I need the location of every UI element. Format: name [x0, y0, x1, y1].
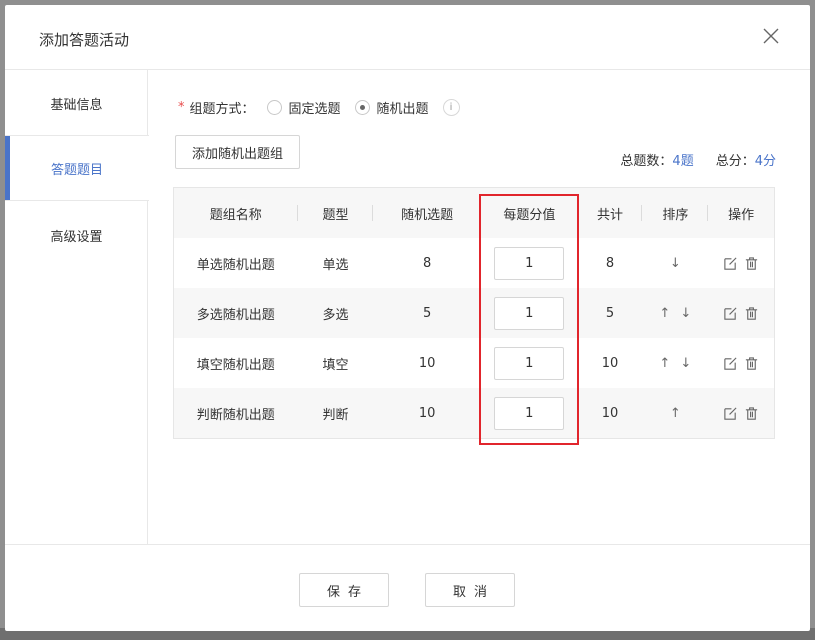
sidebar-item-label: 基础信息 [50, 97, 103, 113]
add-quiz-activity-modal: 添加答题活动 基础信息 答题题目 高级设置 * 组题方式： 固定选题 随机出题 [5, 5, 810, 631]
score-input[interactable] [494, 396, 565, 430]
arrow-up-icon[interactable]: ↑ [659, 306, 670, 321]
add-random-group-button[interactable]: 添加随机出题组 [175, 135, 300, 169]
cell-total: 10 [601, 355, 619, 371]
cell-random-count: 8 [423, 255, 432, 271]
header-actions: 操作 [728, 207, 755, 223]
arrow-down-icon[interactable]: ↓ [680, 306, 691, 321]
sidebar: 基础信息 答题题目 高级设置 [5, 70, 149, 544]
cell-total: 8 [605, 255, 615, 271]
edit-icon[interactable] [723, 356, 738, 371]
cell-sort: ↓ [642, 238, 708, 288]
cell-type: 多选 [322, 307, 349, 323]
cell-random-count: 10 [418, 405, 436, 421]
cell-random-count: 10 [418, 355, 436, 371]
trash-icon[interactable] [744, 256, 759, 271]
trash-icon[interactable] [744, 356, 759, 371]
sidebar-item-label: 高级设置 [50, 229, 103, 245]
cell-group-name: 判断随机出题 [196, 407, 275, 423]
score-input[interactable] [494, 346, 565, 380]
cancel-button[interactable]: 取消 [425, 573, 515, 607]
cell-type: 判断 [322, 407, 349, 423]
cell-actions [708, 338, 774, 388]
edit-icon[interactable] [723, 406, 738, 421]
cell-score [481, 388, 578, 438]
radio-label: 随机出题 [376, 102, 429, 117]
save-button[interactable]: 保存 [299, 573, 389, 607]
table-row: 单选随机出题 单选 8 8 ↓ [174, 238, 774, 288]
cell-random-count: 5 [423, 305, 432, 321]
arrow-down-icon[interactable]: ↓ [670, 256, 681, 271]
cell-group-name: 多选随机出题 [196, 307, 275, 323]
sidebar-item-questions[interactable]: 答题题目 [5, 135, 149, 201]
cell-sort: ↑ [642, 388, 708, 438]
trash-icon[interactable] [744, 306, 759, 321]
summary: 总题数： 4题 总分： 4分 [620, 150, 776, 169]
radio-circle-checked [354, 100, 370, 115]
table-header: 题组名称 题型 随机选题 每题分值 共计 排序 操作 [174, 188, 774, 238]
cell-group-name: 填空随机出题 [196, 357, 275, 373]
header-total: 共计 [578, 188, 643, 238]
cell-group-name: 单选随机出题 [196, 257, 275, 273]
arrow-up-icon[interactable]: ↑ [659, 356, 670, 371]
cell-score [481, 338, 578, 388]
sidebar-item-basic-info[interactable]: 基础信息 [5, 70, 148, 136]
cell-score [481, 238, 578, 288]
sidebar-item-label: 答题题目 [50, 162, 103, 178]
header-random-count: 随机选题 [373, 188, 481, 238]
radio-label: 固定选题 [288, 102, 341, 117]
edit-icon[interactable] [723, 256, 738, 271]
cell-total: 10 [601, 405, 619, 421]
cell-actions [708, 238, 774, 288]
sidebar-item-advanced-settings[interactable]: 高级设置 [5, 202, 148, 268]
arrow-up-icon[interactable]: ↑ [670, 406, 681, 421]
cell-actions [708, 288, 774, 338]
score-input[interactable] [494, 296, 565, 330]
table-row: 多选随机出题 多选 5 5 ↑ ↓ [174, 288, 774, 338]
required-mark: * [178, 100, 185, 115]
total-questions-value: 4题 [672, 154, 694, 169]
cell-type: 填空 [322, 357, 349, 373]
modal-title: 添加答题活动 [39, 31, 130, 49]
radio-random-selection[interactable]: 随机出题 [354, 98, 429, 117]
question-mode-row: * 组题方式： 固定选题 随机出题 i [178, 98, 460, 117]
cell-sort: ↑ ↓ [642, 288, 708, 338]
header-group-name: 题组名称 [174, 188, 298, 238]
info-icon[interactable]: i [442, 99, 460, 116]
cell-total: 5 [605, 305, 615, 321]
modal-header: 添加答题活动 [5, 5, 810, 70]
total-score-label: 总分： [715, 154, 755, 169]
header-type: 题型 [298, 188, 374, 238]
cell-score [481, 288, 578, 338]
cell-type: 单选 [322, 257, 349, 273]
radio-fixed-selection[interactable]: 固定选题 [266, 98, 341, 117]
question-group-table: 题组名称 题型 随机选题 每题分值 共计 排序 操作 单选随机出题 单选 8 8… [173, 187, 775, 439]
score-input[interactable] [494, 246, 565, 280]
modal-footer: 保存 取消 [5, 544, 810, 631]
table-row: 判断随机出题 判断 10 10 ↑ [174, 388, 774, 438]
close-icon[interactable] [762, 27, 780, 45]
cell-sort: ↑ ↓ [642, 338, 708, 388]
header-score-per-question: 每题分值 [503, 207, 556, 223]
total-questions-label: 总题数： [620, 154, 673, 169]
trash-icon[interactable] [744, 406, 759, 421]
header-sort: 排序 [642, 188, 709, 238]
question-mode-label: 组题方式： [189, 102, 255, 117]
total-score-value: 4分 [754, 154, 776, 169]
cell-actions [708, 388, 774, 438]
edit-icon[interactable] [723, 306, 738, 321]
radio-circle [266, 100, 282, 115]
content-panel: * 组题方式： 固定选题 随机出题 i 添加随机出题组 总题数： 4题 总分： … [148, 70, 810, 544]
arrow-down-icon[interactable]: ↓ [680, 356, 691, 371]
table-row: 填空随机出题 填空 10 10 ↑ ↓ [174, 338, 774, 388]
